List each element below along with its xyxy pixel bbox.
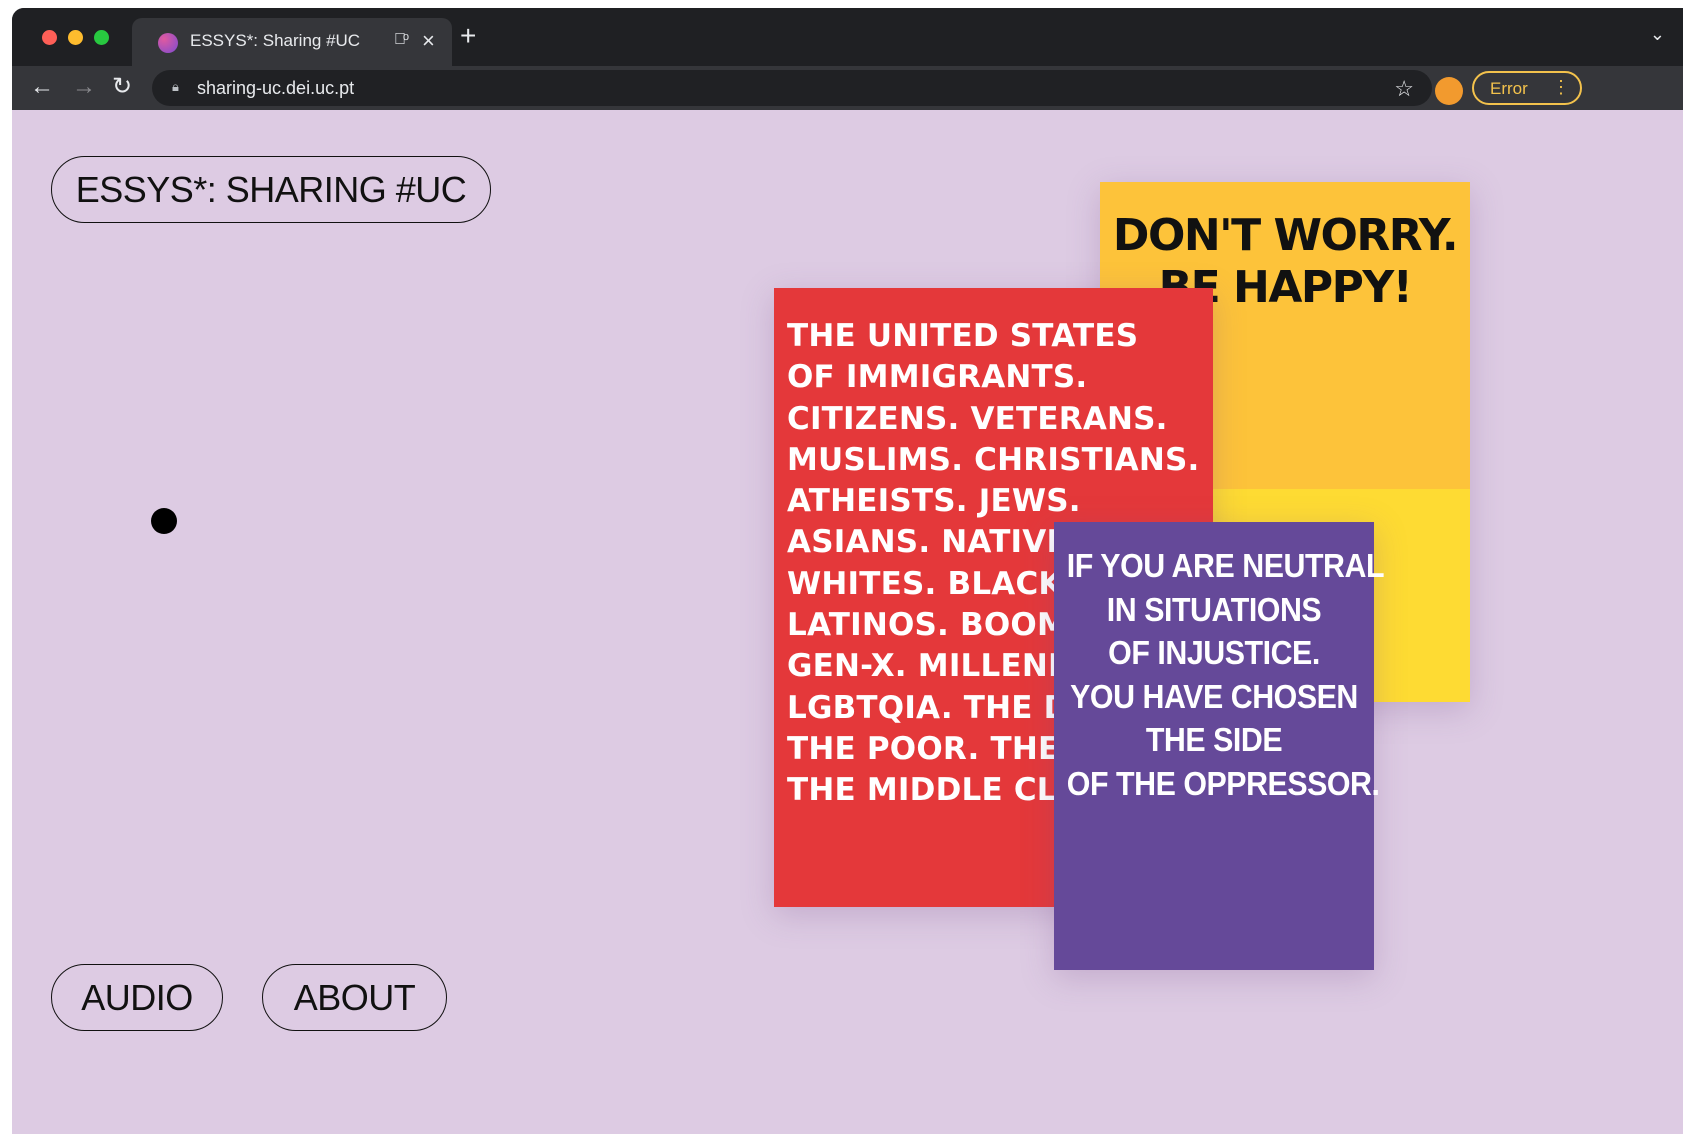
page-content: ESSYS*: SHARING #UC DON'T WORRY. BE HAPP…: [12, 110, 1683, 1134]
menu-dots-icon[interactable]: ⋮: [1552, 77, 1570, 98]
about-button[interactable]: ABOUT: [262, 964, 447, 1031]
cursor-dot: [151, 508, 177, 534]
maximize-window-button[interactable]: [94, 30, 109, 45]
profile-avatar[interactable]: [1435, 77, 1463, 105]
address-bar[interactable]: 🔒︎ sharing-uc.dei.uc.pt ☆: [152, 70, 1432, 106]
forward-arrow-icon[interactable]: →: [72, 72, 96, 102]
reload-icon[interactable]: ↻: [112, 72, 132, 102]
back-arrow-icon[interactable]: ←: [30, 72, 54, 102]
site-title-button[interactable]: ESSYS*: SHARING #UC: [51, 156, 491, 223]
favicon-icon: [158, 33, 178, 53]
browser-titlebar: ESSYS*: Sharing #UC ◀ͦ × + ⌄: [12, 8, 1683, 66]
profile-error-button[interactable]: Error ⋮: [1472, 71, 1582, 105]
browser-toolbar: ← → ↻ 🔒︎ sharing-uc.dei.uc.pt ☆ Error ⋮: [12, 66, 1683, 110]
tab-search-chevron-icon[interactable]: ⌄: [1650, 24, 1665, 45]
tab-title: ESSYS*: Sharing #UC: [190, 31, 361, 50]
tab-close-icon[interactable]: ×: [422, 28, 435, 54]
browser-window: ESSYS*: Sharing #UC ◀ͦ × + ⌄ ← → ↻ 🔒︎ sh…: [12, 8, 1683, 1134]
close-window-button[interactable]: [42, 30, 57, 45]
audio-button[interactable]: AUDIO: [51, 964, 223, 1031]
poster-purple-text: IF YOU ARE NEUTRAL IN SITUATIONS OF INJU…: [1066, 547, 1385, 802]
speaker-icon[interactable]: ◀ͦ: [394, 31, 406, 49]
error-label: Error: [1490, 79, 1528, 98]
bookmark-star-icon[interactable]: ☆: [1394, 76, 1414, 102]
lock-icon[interactable]: 🔒︎: [172, 79, 179, 95]
minimize-window-button[interactable]: [68, 30, 83, 45]
browser-tab[interactable]: ESSYS*: Sharing #UC ◀ͦ ×: [132, 18, 452, 66]
url-text[interactable]: sharing-uc.dei.uc.pt: [197, 78, 354, 99]
new-tab-button[interactable]: +: [460, 22, 476, 50]
poster-purple[interactable]: IF YOU ARE NEUTRAL IN SITUATIONS OF INJU…: [1054, 522, 1385, 970]
